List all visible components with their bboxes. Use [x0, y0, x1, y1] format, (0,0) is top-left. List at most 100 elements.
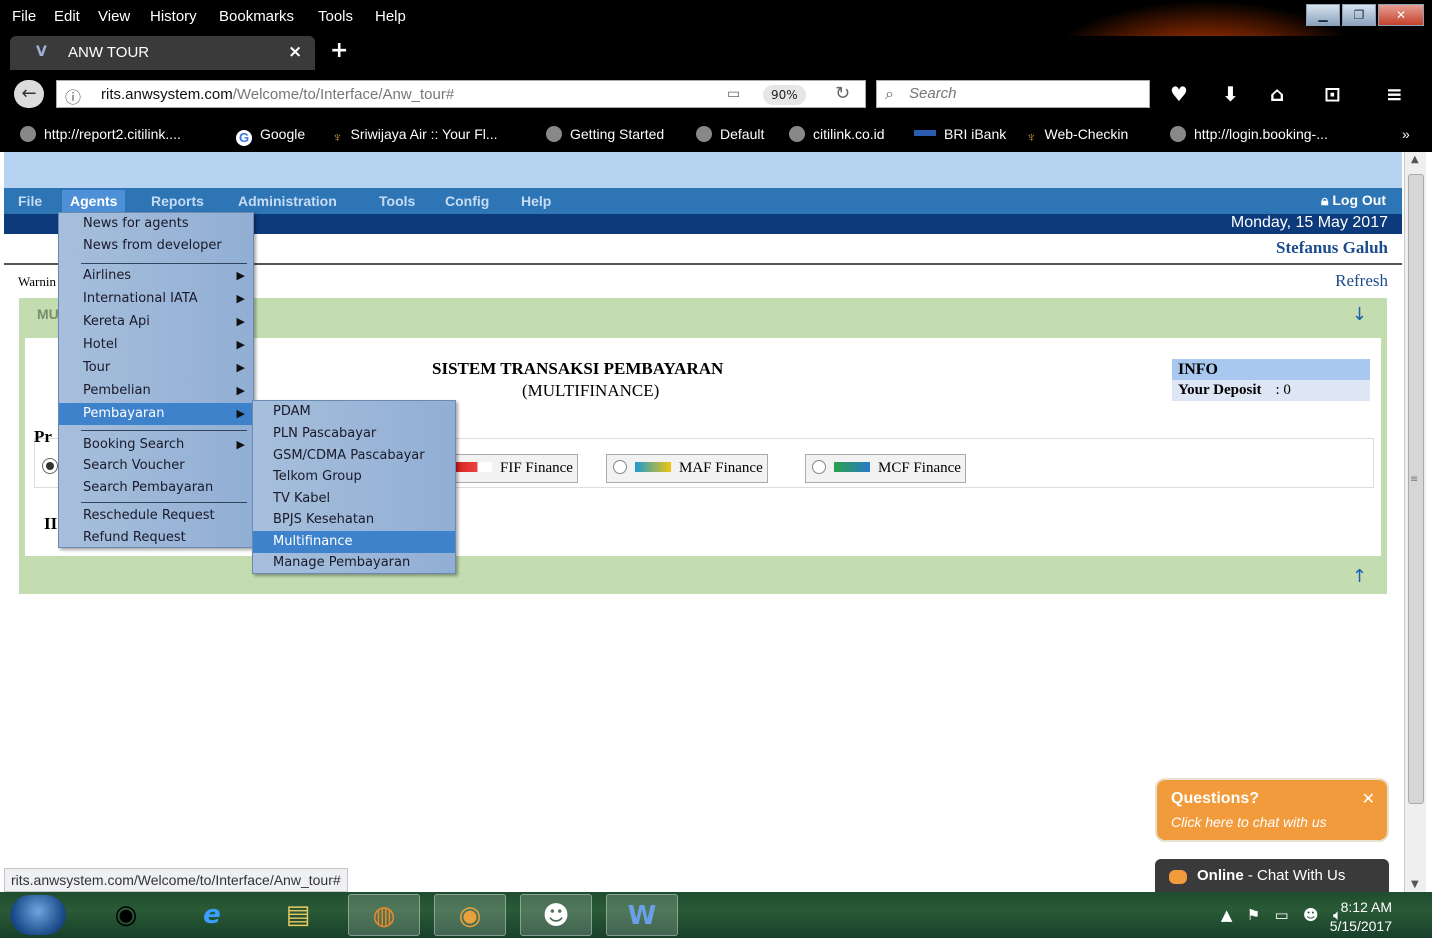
bookmark-default[interactable]: Default [696, 126, 764, 142]
submenu-item-tv-kabel[interactable]: TV Kabel [253, 488, 455, 510]
url-host: rits.anwsystem.com [101, 86, 233, 103]
pocket-icon[interactable]: ♥ [1170, 82, 1188, 106]
url-bar[interactable]: ⓘ rits.anwsystem.com/Welcome/to/Interfac… [56, 80, 866, 108]
bookmark-bri-ibank[interactable]: BRI iBank [914, 126, 1006, 142]
reader-view-icon[interactable]: ▭ [727, 86, 740, 102]
chat-online-button[interactable]: Online - Chat With Us [1155, 859, 1389, 893]
provider-radio-selected[interactable] [42, 458, 58, 474]
hamburger-menu-icon[interactable]: ≡ [1386, 82, 1403, 106]
addon-icon[interactable]: ⊡ [1324, 82, 1341, 106]
section-label: II [44, 514, 58, 533]
download-icon[interactable]: ⬇ [1222, 82, 1239, 106]
provider-maf[interactable]: MAF Finance [606, 454, 768, 483]
radio-mcf[interactable] [812, 460, 826, 474]
app-menu-reports[interactable]: Reports [151, 193, 204, 209]
menu-help[interactable]: Help [375, 8, 406, 25]
scroll-down-arrow-icon[interactable]: ↓ [1352, 304, 1367, 325]
bookmark-citilink[interactable]: citilink.co.id [789, 126, 885, 142]
submenu-item-multifinance[interactable]: Multifinance [253, 531, 455, 553]
search-input[interactable] [909, 85, 1139, 102]
menu-edit[interactable]: Edit [54, 8, 80, 25]
menu-item-kereta-api[interactable]: Kereta Api ▶ [59, 311, 253, 333]
app-menu-config[interactable]: Config [445, 193, 489, 209]
back-button[interactable]: ← [14, 80, 44, 108]
menu-item-reschedule-request[interactable]: Reschedule Request [59, 505, 253, 527]
browser-tab[interactable]: V ANW TOUR × [10, 36, 315, 70]
menu-item-airlines[interactable]: Airlines ▶ [59, 265, 253, 287]
internet-explorer-taskbar-icon[interactable]: e [176, 894, 248, 936]
refresh-link[interactable]: Refresh [1335, 271, 1388, 291]
close-window-button[interactable]: ✕ [1378, 4, 1424, 26]
home-icon[interactable]: ⌂ [1270, 82, 1284, 106]
menu-item-tour[interactable]: Tour ▶ [59, 357, 253, 379]
menu-item-news-agents[interactable]: News for agents [59, 213, 253, 235]
flag-icon[interactable]: ⚑ [1247, 906, 1260, 924]
menu-item-news-developer[interactable]: News from developer [59, 235, 253, 257]
submenu-item-pln-pascabayar[interactable]: PLN Pascabayar [253, 423, 455, 445]
bookmark-google[interactable]: G Google [236, 126, 305, 146]
maximize-button[interactable]: ❐ [1342, 4, 1376, 26]
chrome-taskbar-icon[interactable]: ◉ [90, 894, 162, 936]
provider-fif[interactable]: FIF Finance [455, 454, 578, 483]
menu-tools[interactable]: Tools [318, 8, 353, 25]
submenu-item-gsm-cdma[interactable]: GSM/CDMA Pascabayar [253, 445, 455, 467]
submenu-item-pdam[interactable]: PDAM [253, 401, 455, 423]
logout-button[interactable]: 🔒︎ Log Out [1321, 192, 1386, 209]
page-scrollbar[interactable]: ▲ ≡ ▼ [1404, 152, 1426, 892]
submenu-item-telkom-group[interactable]: Telkom Group [253, 466, 455, 488]
chrome-active-taskbar-icon[interactable]: ◉ [434, 894, 506, 936]
app-menu-agents[interactable]: Agents [62, 190, 126, 212]
close-chat-icon[interactable]: ✕ [1362, 789, 1375, 808]
submenu-item-manage-pembayaran[interactable]: Manage Pembayaran [253, 552, 455, 574]
close-tab-icon[interactable]: × [288, 42, 302, 62]
messenger-taskbar-icon[interactable]: ☻ [520, 894, 592, 936]
menu-file[interactable]: File [12, 8, 36, 25]
app-menu-tools[interactable]: Tools [379, 193, 415, 209]
menu-view[interactable]: View [98, 8, 130, 25]
menu-history[interactable]: History [150, 8, 197, 25]
bookmark-sriwijaya[interactable]: ♆ Sriwijaya Air :: Your Fl... [332, 126, 498, 145]
menu-separator [81, 263, 247, 264]
scrollbar-thumb[interactable] [1408, 174, 1424, 804]
app-menu-file[interactable]: File [18, 193, 42, 209]
search-bar[interactable]: ⌕ [876, 80, 1150, 108]
messenger-tray-icon[interactable]: ☻ [1303, 906, 1319, 924]
menu-item-pembayaran[interactable]: Pembayaran ▶ [59, 403, 253, 425]
new-tab-button[interactable]: + [330, 38, 348, 63]
menu-item-booking-search[interactable]: Booking Search ▶ [59, 434, 253, 456]
word-taskbar-icon[interactable]: W [606, 894, 678, 936]
firefox-taskbar-icon[interactable]: ◍ [348, 894, 420, 936]
menu-item-hotel[interactable]: Hotel ▶ [59, 334, 253, 356]
bookmark-getting-started[interactable]: Getting Started [546, 126, 664, 142]
chat-prompt[interactable]: Questions? ✕ Click here to chat with us [1155, 778, 1389, 842]
scroll-up-icon[interactable]: ▲ [1411, 154, 1419, 165]
menu-item-international-iata[interactable]: International IATA ▶ [59, 288, 253, 310]
app-menu-administration[interactable]: Administration [238, 193, 337, 209]
provider-mcf[interactable]: MCF Finance [805, 454, 966, 483]
reload-icon[interactable]: ↻ [835, 83, 850, 104]
app-menu-help[interactable]: Help [521, 193, 551, 209]
taskbar-clock[interactable]: 8:12 AM 5/15/2017 [1330, 898, 1392, 936]
zoom-indicator[interactable]: 90% [763, 85, 806, 105]
bookmarks-overflow-button[interactable]: » [1402, 126, 1410, 142]
network-icon[interactable]: ▭ [1275, 906, 1289, 924]
bookmark-login-booking[interactable]: http://login.booking-... [1170, 126, 1328, 142]
scroll-up-arrow-icon[interactable]: ↑ [1352, 566, 1367, 587]
bookmark-web-checkin[interactable]: ♆ Web-Checkin [1026, 126, 1128, 145]
minimize-button[interactable]: ▁ [1306, 4, 1340, 26]
menu-item-refund-request[interactable]: Refund Request [59, 527, 253, 549]
site-info-icon[interactable]: ⓘ [65, 84, 81, 108]
url-text[interactable]: rits.anwsystem.com/Welcome/to/Interface/… [101, 86, 454, 103]
submenu-item-bpjs-kesehatan[interactable]: BPJS Kesehatan [253, 509, 455, 531]
menu-item-search-pembayaran[interactable]: Search Pembayaran [59, 477, 253, 499]
menu-bookmarks[interactable]: Bookmarks [219, 8, 294, 25]
file-explorer-taskbar-icon[interactable]: ▤ [262, 894, 334, 936]
menu-item-pembelian[interactable]: Pembelian ▶ [59, 380, 253, 402]
radio-maf[interactable] [613, 460, 627, 474]
start-button[interactable] [10, 895, 66, 935]
window-controls: ▁ ❐ ✕ [1304, 4, 1424, 26]
menu-item-search-voucher[interactable]: Search Voucher [59, 455, 253, 477]
bookmark-report2[interactable]: http://report2.citilink.... [20, 126, 181, 142]
scroll-down-icon[interactable]: ▼ [1411, 879, 1419, 890]
tray-expand-icon[interactable]: ▲ [1221, 906, 1233, 924]
